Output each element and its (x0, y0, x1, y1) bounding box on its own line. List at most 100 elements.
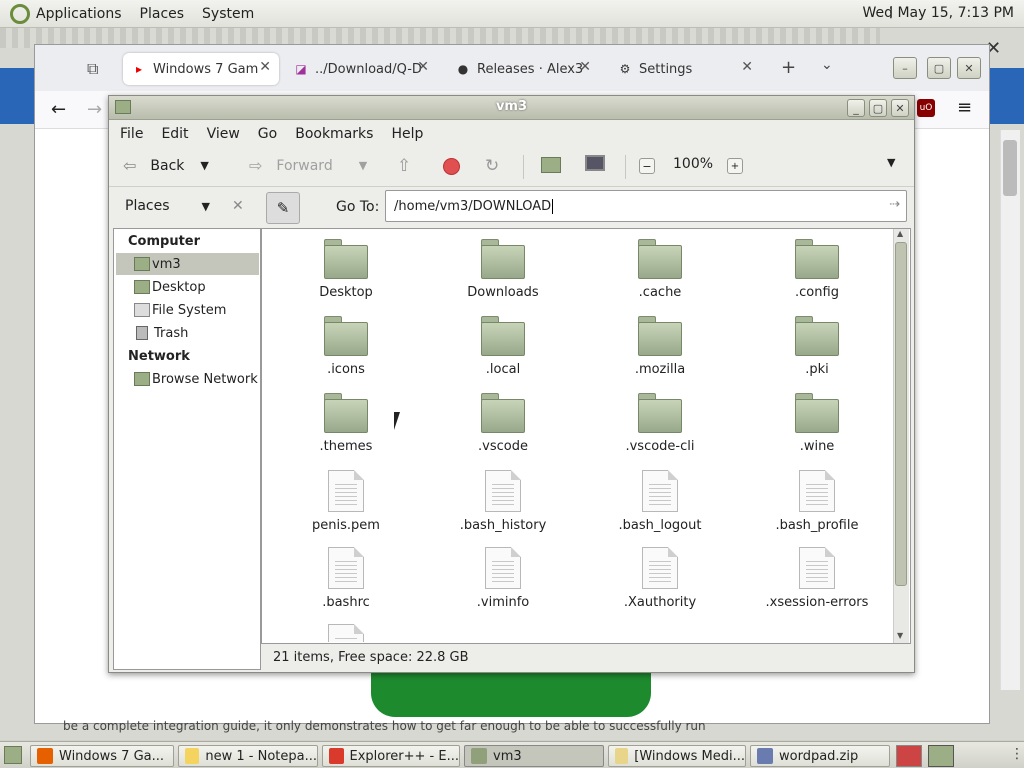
workspace-1[interactable] (896, 745, 922, 767)
trash-icon (136, 326, 148, 340)
taskbar-item[interactable]: Windows 7 Ga... (30, 745, 174, 767)
system-menu[interactable]: System (194, 6, 264, 22)
close-sidebar-icon[interactable]: ✕ (232, 198, 244, 214)
folder-item[interactable]: Desktop (281, 239, 411, 300)
home-folder-icon[interactable] (541, 157, 561, 173)
close-button[interactable]: ✕ (957, 57, 981, 79)
maximize-button[interactable]: ▢ (869, 99, 887, 117)
up-arrow-icon[interactable]: ⇧ (397, 156, 411, 176)
menu-view[interactable]: View (207, 126, 240, 142)
zoom-in-icon[interactable]: + (727, 158, 743, 174)
item-name: .pki (805, 362, 829, 377)
new-tab-icon[interactable]: + (781, 57, 796, 78)
back-button[interactable]: ⇦ Back ▼ (123, 156, 209, 175)
close-tab-icon[interactable]: ✕ (259, 59, 271, 75)
taskbar-item[interactable]: wordpad.zip (750, 745, 890, 767)
folder-item[interactable]: .config (752, 239, 882, 300)
file-item[interactable]: .bash_history (438, 470, 568, 533)
item-name: .vscode (478, 439, 528, 454)
minimize-button[interactable]: _ (847, 99, 865, 117)
folder-item[interactable]: .cache (595, 239, 725, 300)
tab-windows7[interactable]: ▸ Windows 7 Game ✕ (123, 53, 279, 85)
applications-menu[interactable]: Applications (36, 6, 132, 22)
sidebar-item-vm3[interactable]: vm3 (116, 253, 259, 275)
page-green-button[interactable] (371, 673, 651, 717)
folder-item[interactable]: Downloads (438, 239, 568, 300)
chevron-down-icon[interactable]: ▼ (200, 159, 208, 172)
folder-item[interactable]: .wine (752, 393, 882, 454)
stop-icon[interactable] (443, 158, 460, 175)
file-view-scrollbar-thumb[interactable] (895, 242, 907, 586)
folder-item[interactable]: .vscode-cli (595, 393, 725, 454)
show-desktop-icon[interactable] (4, 746, 22, 764)
sidebar-item-trash[interactable]: Trash (116, 322, 259, 344)
workspace-2[interactable] (928, 745, 954, 767)
folder-item[interactable]: .vscode (438, 393, 568, 454)
taskbar-item[interactable]: vm3 (464, 745, 604, 767)
scroll-up-icon[interactable]: ▲ (897, 229, 903, 238)
menu-help[interactable]: Help (391, 126, 423, 142)
file-item[interactable]: penis.pem (281, 470, 411, 533)
folder-item[interactable]: .local (438, 316, 568, 377)
menu-go[interactable]: Go (258, 126, 277, 142)
network-icon (134, 372, 150, 386)
clock[interactable]: Wed May 15, 7:13 PM (863, 5, 1015, 21)
file-item[interactable]: .viminfo (438, 547, 568, 610)
close-tab-icon[interactable]: ✕ (579, 59, 591, 75)
computer-icon[interactable] (585, 155, 605, 171)
go-arrow-icon[interactable]: ⇢ (889, 197, 900, 212)
location-input[interactable]: /home/vm3/DOWNLOAD ⇢ (385, 190, 907, 222)
file-item[interactable]: .bash_logout (595, 470, 725, 533)
folder-item[interactable]: .themes (281, 393, 411, 454)
file-item[interactable] (281, 624, 411, 642)
toolbar-overflow-icon[interactable]: ▼ (887, 156, 895, 169)
home-folder-icon (134, 257, 150, 271)
file-item[interactable]: .bashrc (281, 547, 411, 610)
gnome-logo-icon[interactable] (10, 3, 30, 24)
close-tab-icon[interactable]: ✕ (741, 59, 753, 75)
reload-icon[interactable]: ↻ (485, 156, 499, 176)
places-selector[interactable]: Places ▼ ✕ (113, 192, 259, 220)
folder-icon (481, 239, 525, 279)
tab-settings[interactable]: ⚙ Settings ✕ (609, 53, 761, 85)
forward-arrow-icon[interactable]: → (87, 99, 102, 120)
close-button[interactable]: ✕ (891, 99, 909, 117)
sidebar-item-desktop[interactable]: Desktop (116, 276, 259, 298)
close-tab-icon[interactable]: ✕ (417, 59, 429, 75)
tab-releases[interactable]: ● Releases · Alex31 ✕ (447, 53, 599, 85)
menu-bookmarks[interactable]: Bookmarks (295, 126, 373, 142)
places-sidebar: Computer vm3 Desktop File System Trash N… (113, 228, 261, 670)
hamburger-menu-icon[interactable]: ≡ (957, 97, 972, 118)
edit-location-button[interactable]: ✎ (266, 192, 300, 224)
taskbar-item[interactable]: Explorer++ - E... (322, 745, 460, 767)
title-bar[interactable]: vm3 _ ▢ ✕ (109, 96, 914, 120)
file-item[interactable]: .bash_profile (752, 470, 882, 533)
menu-edit[interactable]: Edit (161, 126, 188, 142)
page-scrollbar-thumb[interactable] (1003, 140, 1017, 196)
tab-download[interactable]: ◪ ../Download/Q-Di ✕ (285, 53, 437, 85)
maximize-button[interactable]: ▢ (927, 57, 951, 79)
minimize-button[interactable]: – (893, 57, 917, 79)
menu-file[interactable]: File (120, 126, 143, 142)
ublock-icon[interactable]: uO (917, 99, 935, 117)
chevron-down-icon[interactable]: ▼ (359, 159, 367, 172)
sidebar-item-browse-network[interactable]: Browse Network (116, 368, 259, 390)
file-item[interactable]: .xsession-errors (752, 547, 882, 610)
chevron-down-icon[interactable]: ▼ (202, 200, 210, 213)
folder-item[interactable]: .pki (752, 316, 882, 377)
sidebar-item-filesystem[interactable]: File System (116, 299, 259, 321)
scroll-down-icon[interactable]: ▼ (897, 631, 903, 640)
places-menu[interactable]: Places (132, 6, 195, 22)
item-name: .xsession-errors (765, 595, 869, 610)
back-arrow-icon[interactable]: ← (51, 99, 66, 120)
chevron-down-icon[interactable]: ⌄ (821, 57, 833, 73)
file-item[interactable]: .Xauthority (595, 547, 725, 610)
page-scrollbar[interactable] (1000, 130, 1020, 690)
taskbar-item[interactable]: [Windows Medi... (608, 745, 746, 767)
zoom-out-icon[interactable]: − (639, 158, 655, 174)
tab-list-icon[interactable]: ⧉ (87, 59, 98, 79)
forward-button[interactable]: ⇨ Forward ▼ (249, 156, 367, 175)
folder-item[interactable]: .icons (281, 316, 411, 377)
folder-item[interactable]: .mozilla (595, 316, 725, 377)
taskbar-item[interactable]: new 1 - Notepa... (178, 745, 318, 767)
